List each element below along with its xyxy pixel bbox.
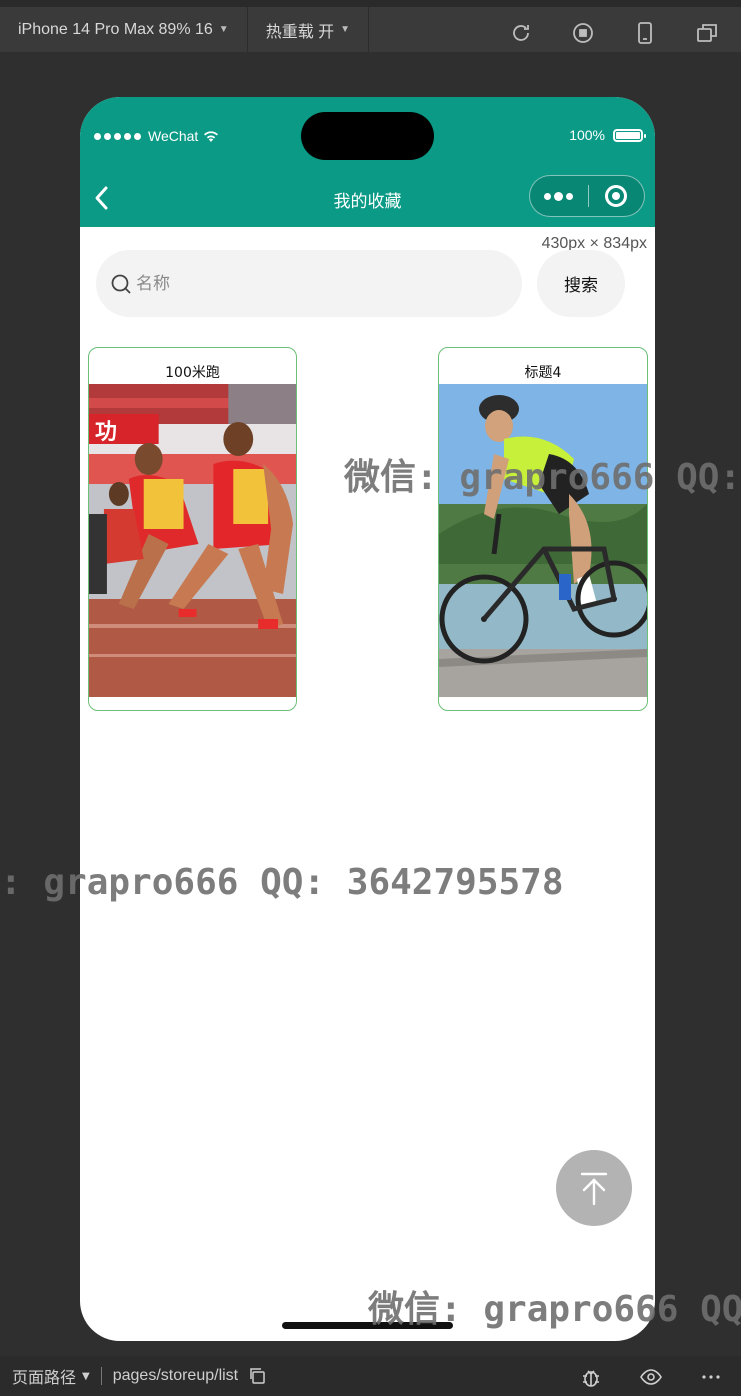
bug-icon[interactable] xyxy=(579,1366,603,1388)
signal-indicator: WeChat xyxy=(94,128,219,144)
back-to-top-button[interactable] xyxy=(556,1150,632,1226)
search-icon xyxy=(111,274,131,294)
search-input[interactable] xyxy=(136,273,496,294)
dynamic-island xyxy=(301,112,434,160)
sprinters-photo: 功 xyxy=(89,384,296,697)
cyclist-photo xyxy=(439,384,647,697)
mini-program-capsule xyxy=(529,175,645,217)
status-bar: WeChat 100% xyxy=(80,97,655,169)
arrow-up-icon xyxy=(580,1172,608,1206)
battery-label: 100% xyxy=(569,127,605,143)
watermark-text: : grapro666 QQ: 3642795578 xyxy=(0,862,564,903)
devtools-toolbar: iPhone 14 Pro Max 89% 16 ▼ 热重载 开 ▼ xyxy=(0,0,741,52)
record-icon[interactable] xyxy=(571,21,595,45)
card-title: 100米跑 xyxy=(165,365,220,381)
phone-frame: WeChat 100% 我的收藏 430px × 834px 搜索 100米跑 xyxy=(80,97,655,1341)
hot-reload-label: 热重载 开 xyxy=(265,23,335,41)
window-icon[interactable] xyxy=(695,21,719,45)
more-icon[interactable] xyxy=(699,1366,723,1388)
page-path-value: pages/storeup/list xyxy=(112,1367,239,1384)
favorite-card[interactable]: 标题4 xyxy=(438,347,648,711)
page-path-selector[interactable]: 页面路径 ▼ xyxy=(12,1364,90,1388)
watermark-text: 微信: grapro666 QQ xyxy=(368,1289,741,1330)
nav-bar: 我的收藏 xyxy=(80,169,655,227)
wifi-icon xyxy=(204,131,219,142)
favorite-card[interactable]: 100米跑 功 xyxy=(88,347,297,711)
page-path-label: 页面路径 xyxy=(12,1368,77,1387)
battery-icon xyxy=(613,128,646,142)
card-title: 标题4 xyxy=(524,365,562,381)
chevron-down-icon: ▼ xyxy=(82,1370,90,1382)
device-selector[interactable]: iPhone 14 Pro Max 89% 16 ▼ xyxy=(0,7,248,52)
chevron-down-icon: ▼ xyxy=(218,24,229,35)
hot-reload-toggle[interactable]: 热重载 开 ▼ xyxy=(248,7,370,52)
divider xyxy=(100,1367,102,1385)
search-button[interactable]: 搜索 xyxy=(537,250,625,317)
watermark-text: 微信: grapro666 QQ: xyxy=(344,457,741,498)
svg-text:功: 功 xyxy=(95,420,117,445)
battery-indicator: 100% xyxy=(569,127,646,143)
chevron-down-icon: ▼ xyxy=(340,24,351,35)
more-icon[interactable] xyxy=(530,191,588,201)
devtools-bottom-bar: 页面路径 ▼ pages/storeup/list xyxy=(0,1356,741,1396)
eye-icon[interactable] xyxy=(639,1366,663,1388)
copy-icon[interactable] xyxy=(248,1367,266,1385)
search-bar xyxy=(96,250,522,317)
close-mini-program-icon[interactable] xyxy=(588,185,644,207)
carrier-label: WeChat xyxy=(148,128,199,144)
phone-icon[interactable] xyxy=(633,21,657,45)
device-label: iPhone 14 Pro Max 89% 16 xyxy=(18,20,213,38)
refresh-icon[interactable] xyxy=(509,21,533,45)
